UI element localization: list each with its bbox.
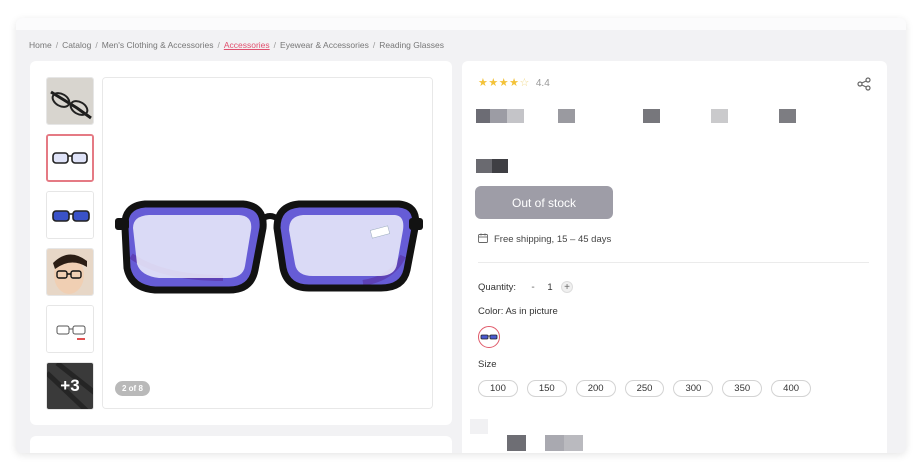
main-product-image[interactable]: 2 of 8 [102, 77, 433, 409]
size-option[interactable]: 300 [673, 380, 714, 397]
product-gallery: +3 2 of 8 [30, 61, 452, 425]
placeholder-block [470, 419, 488, 434]
secondary-card [30, 436, 452, 453]
top-bar [16, 18, 906, 30]
size-label: Size [478, 359, 497, 370]
quantity-increase-button[interactable]: + [561, 281, 573, 293]
breadcrumb: Home / Catalog / Men's Clothing & Accessorie… [29, 40, 444, 50]
breadcrumb-catalog[interactable]: Catalog [62, 40, 91, 50]
breadcrumb-separator: / [55, 40, 59, 50]
breadcrumb-separator: / [95, 40, 98, 50]
placeholder-block [711, 109, 728, 123]
out-of-stock-button[interactable]: Out of stock [475, 186, 613, 219]
thumbnail-2[interactable] [46, 134, 94, 182]
product-rating[interactable]: ★ ★ ★ ★ ☆ 4.4 [478, 77, 550, 90]
more-images-label: +3 [47, 363, 93, 409]
placeholder-block [476, 159, 492, 173]
calendar-icon [478, 233, 488, 246]
divider [478, 262, 869, 263]
page-frame: Home / Catalog / Men's Clothing & Accessorie… [16, 18, 906, 453]
breadcrumb-home[interactable]: Home [29, 40, 52, 50]
thumbnail-3[interactable] [46, 191, 94, 239]
shipping-info: Free shipping, 15 – 45 days [478, 233, 611, 246]
thumbnail-1[interactable] [46, 77, 94, 125]
color-label: Color: As in picture [478, 306, 558, 317]
star-icon: ★ [488, 77, 499, 89]
image-counter: 2 of 8 [115, 381, 150, 396]
placeholder-block [558, 109, 575, 123]
placeholder-block [490, 109, 507, 123]
thumbnail-4[interactable] [46, 248, 94, 296]
shipping-text: Free shipping, 15 – 45 days [494, 234, 612, 245]
star-icon: ★ [498, 77, 509, 89]
placeholder-block [779, 109, 796, 123]
breadcrumb-separator: / [217, 40, 220, 50]
placeholder-block [564, 435, 583, 451]
placeholder-block [507, 109, 524, 123]
size-option[interactable]: 200 [575, 380, 616, 397]
size-option[interactable]: 150 [526, 380, 567, 397]
size-option[interactable]: 400 [771, 380, 812, 397]
quantity-value[interactable]: 1 [539, 282, 561, 293]
thumbnail-5[interactable] [46, 305, 94, 353]
rating-value: 4.4 [535, 78, 550, 89]
breadcrumb-accessories[interactable]: Accessories [224, 40, 270, 50]
share-icon[interactable] [857, 77, 871, 91]
placeholder-block [507, 435, 526, 451]
breadcrumb-eyewear[interactable]: Eyewear & Accessories [280, 40, 369, 50]
breadcrumb-separator: / [372, 40, 376, 50]
star-half-icon: ☆ [519, 77, 530, 89]
thumbnail-list: +3 [46, 77, 96, 419]
placeholder-block [476, 109, 490, 123]
breadcrumb-separator: / [273, 40, 277, 50]
size-options: 100 150 200 250 300 350 400 [478, 380, 820, 397]
size-option[interactable]: 350 [722, 380, 763, 397]
product-info-panel: ★ ★ ★ ★ ☆ 4.4 Out of stock Free shipping… [462, 61, 887, 453]
placeholder-block [545, 435, 564, 451]
color-swatch[interactable] [478, 326, 500, 348]
thumbnail-more[interactable]: +3 [46, 362, 94, 410]
quantity-stepper: - 1 + [527, 281, 573, 293]
size-option[interactable]: 250 [624, 380, 665, 397]
quantity-decrease-button[interactable]: - [527, 281, 539, 293]
placeholder-block [643, 109, 660, 123]
breadcrumb-mens-clothing[interactable]: Men's Clothing & Accessories [102, 40, 214, 50]
placeholder-block [492, 159, 508, 173]
size-option[interactable]: 100 [478, 380, 518, 397]
breadcrumb-current: Reading Glasses [379, 40, 444, 50]
quantity-label: Quantity: [478, 282, 517, 293]
star-icon: ★ [478, 77, 488, 89]
star-icon: ★ [509, 77, 519, 89]
